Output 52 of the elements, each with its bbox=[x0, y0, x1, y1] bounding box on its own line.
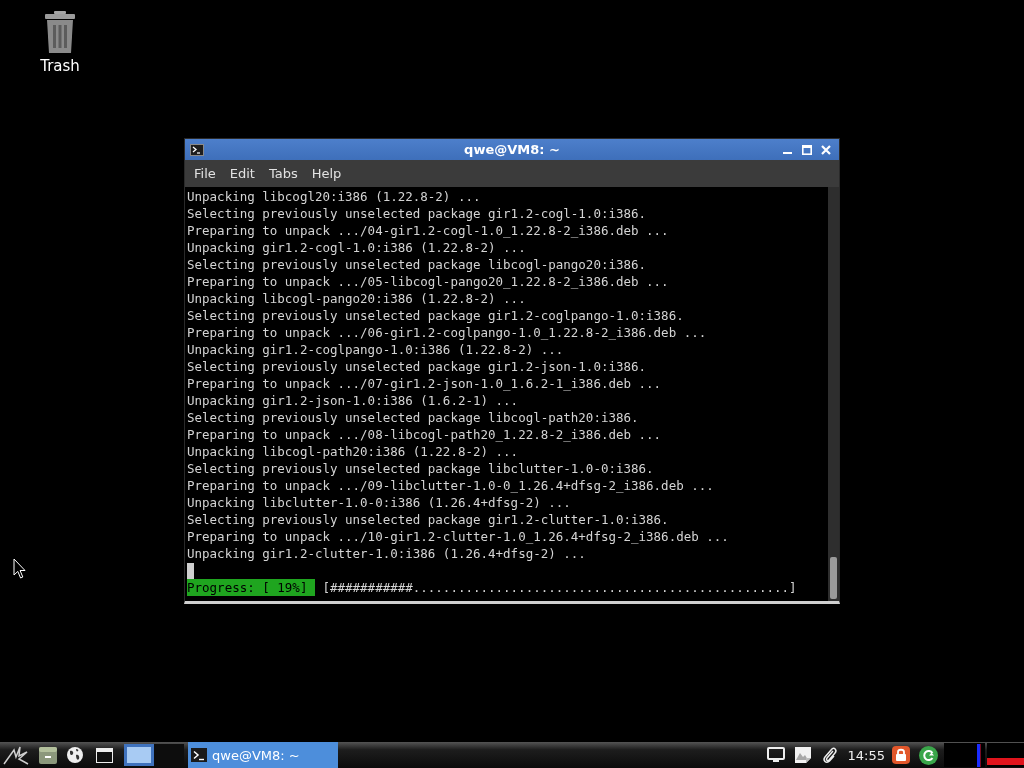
scrollbar-thumb[interactable] bbox=[830, 557, 837, 599]
terminal-line: Selecting previously unselected package gir1.2-json-1.0:i386. bbox=[187, 358, 648, 375]
start-menu-icon[interactable] bbox=[3, 745, 29, 765]
menu-item[interactable]: Edit bbox=[229, 166, 255, 181]
progress-text: [###########..................................................] bbox=[322, 579, 797, 596]
paperclip-icon[interactable] bbox=[821, 746, 838, 764]
window-icon[interactable] bbox=[96, 747, 113, 763]
block-cursor-icon bbox=[187, 562, 194, 579]
terminal-line: Preparing to unpack .../04-gir1.2-cogl-1.0_1.22.8-2_i386.deb ... bbox=[187, 222, 670, 239]
terminal-line: Preparing to unpack .../07-gir1.2-json-1.0_1.6.2-1_i386.deb ... bbox=[187, 375, 663, 392]
terminal-line: Preparing to unpack .../09-libclutter-1.0-0_1.26.4+dfsg-2_i386.deb ... bbox=[187, 477, 715, 494]
terminal-line: Unpacking libcogl20:i386 (1.22.8-2) ... bbox=[187, 188, 482, 205]
desktop-icon-label[interactable]: Trash bbox=[40, 57, 80, 75]
terminal-icon bbox=[191, 748, 207, 762]
monitor-icon[interactable] bbox=[766, 747, 785, 763]
terminal-line: Selecting previously unselected package gir1.2-coglpango-1.0:i386. bbox=[187, 307, 685, 324]
minimize-icon bbox=[783, 151, 792, 154]
terminal-line: Unpacking libcogl-pango20:i386 (1.22.8-2) ... bbox=[187, 290, 527, 307]
window-title: qwe@VM8: ~ bbox=[464, 142, 560, 157]
terminal-line: Selecting previously unselected package libclutter-1.0-0:i386. bbox=[187, 460, 655, 477]
image-icon[interactable] bbox=[793, 746, 812, 764]
terminal-line: Preparing to unpack .../10-gir1.2-clutter-1.0_1.26.4+dfsg-2_i386.deb ... bbox=[187, 528, 730, 545]
terminal-line: Selecting previously unselected package gir1.2-cogl-1.0:i386. bbox=[187, 205, 648, 222]
terminal-line: Unpacking libcogl-path20:i386 (1.22.8-2) ... bbox=[187, 443, 520, 460]
menu-item[interactable]: Tabs bbox=[268, 166, 298, 181]
scrollbar[interactable] bbox=[828, 187, 839, 601]
menu-item[interactable]: File bbox=[194, 166, 216, 181]
terminal-line: Preparing to unpack .../08-libcogl-path20_1.22.8-2_i386.deb ... bbox=[187, 426, 663, 443]
terminal-line: Unpacking gir1.2-clutter-1.0:i386 (1.26.4+dfsg-2) ... bbox=[187, 545, 587, 562]
clock-time[interactable]: 14:55 bbox=[847, 747, 885, 763]
terminal-line: Unpacking gir1.2-coglpango-1.0:i386 (1.22.8-2) ... bbox=[187, 341, 565, 358]
close-icon bbox=[821, 144, 831, 155]
terminal-line: Selecting previously unselected package libcogl-path20:i386. bbox=[187, 409, 640, 426]
drawer-icon[interactable] bbox=[38, 745, 58, 765]
progress-status: Progress: [ 19%] bbox=[187, 579, 315, 596]
terminal-line: Selecting previously unselected package gir1.2-clutter-1.0:i386. bbox=[187, 511, 670, 528]
trash-can-icon[interactable] bbox=[42, 11, 78, 53]
menu-item[interactable]: Help bbox=[311, 166, 342, 181]
terminal-line: Preparing to unpack .../06-gir1.2-coglpango-1.0_1.22.8-2_i386.deb ... bbox=[187, 324, 708, 341]
lock-icon[interactable] bbox=[892, 746, 910, 764]
terminal-icon bbox=[190, 143, 204, 156]
terminal-line: Selecting previously unselected package libcogl-pango20:i386. bbox=[187, 256, 648, 273]
activity-graph-icon[interactable] bbox=[944, 743, 985, 767]
maximize-icon bbox=[802, 144, 812, 155]
terminal-line: Unpacking gir1.2-json-1.0:i386 (1.6.2-1) ... bbox=[187, 392, 520, 409]
activity-graph-icon[interactable] bbox=[987, 743, 1024, 767]
workspace-button[interactable] bbox=[124, 744, 154, 766]
terminal-line: Preparing to unpack .../05-libcogl-pango20_1.22.8-2_i386.deb ... bbox=[187, 273, 670, 290]
terminal-line: Unpacking libclutter-1.0-0:i386 (1.26.4+dfsg-2) ... bbox=[187, 494, 572, 511]
terminal-line: Unpacking gir1.2-cogl-1.0:i386 (1.22.8-2) ... bbox=[187, 239, 527, 256]
mouse-pointer-icon bbox=[13, 558, 26, 579]
globe-icon[interactable] bbox=[66, 746, 84, 764]
